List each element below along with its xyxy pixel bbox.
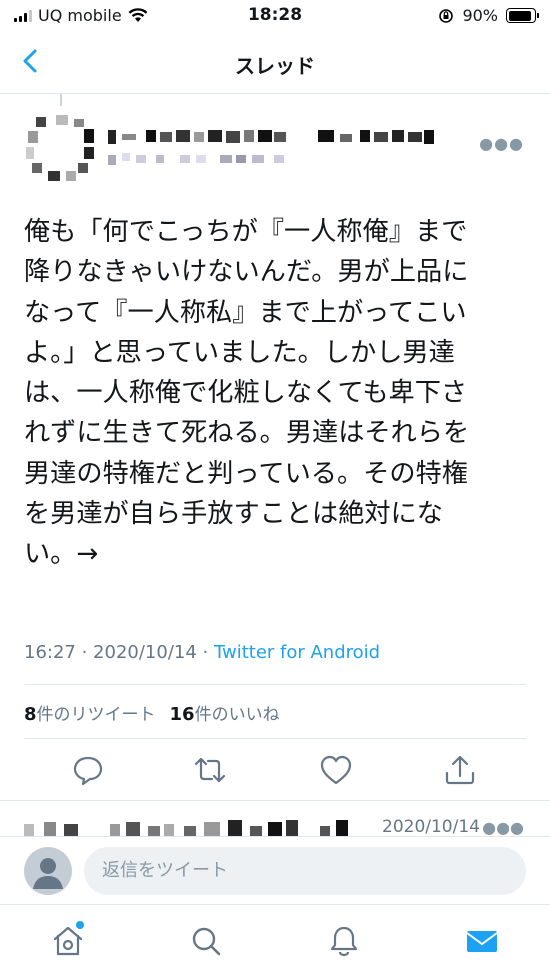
- avatar[interactable]: [24, 847, 72, 895]
- meta-separator: ·: [196, 642, 214, 663]
- like-count: 16: [169, 704, 195, 725]
- search-icon[interactable]: [188, 923, 224, 959]
- like-label: 件のいいね: [194, 705, 280, 725]
- status-bar: UQ mobile 18:28 90%: [0, 0, 550, 32]
- mail-icon[interactable]: [464, 923, 500, 959]
- nav-bar: スレッド: [0, 32, 550, 94]
- reply-input[interactable]: 返信をツイート: [84, 847, 526, 895]
- author-handle-redacted: [108, 153, 284, 165]
- share-icon[interactable]: [442, 752, 478, 788]
- retweet-stat[interactable]: 8件のリツイート: [24, 700, 156, 725]
- tweet-time: 16:27: [24, 642, 76, 663]
- tweet-meta: 16:27 · 2020/10/14 · Twitter for Android: [24, 642, 380, 663]
- divider: [24, 738, 526, 739]
- tweet-date: 2020/10/14: [93, 642, 197, 663]
- notification-dot: [76, 921, 84, 929]
- tweet-client-link[interactable]: Twitter for Android: [214, 642, 380, 663]
- battery-percent: 90%: [462, 6, 498, 25]
- orientation-lock-icon: [439, 8, 454, 23]
- divider: [0, 800, 550, 801]
- tweet-text: 俺も「何でこっちが『一人称俺』まで 降りなきゃいけないんだ。男が上品に なって『…: [24, 217, 470, 570]
- default-avatar-icon: [33, 858, 63, 889]
- avatar[interactable]: [26, 113, 96, 183]
- retweet-icon[interactable]: [192, 752, 228, 788]
- thread-connector: [60, 94, 62, 106]
- bell-icon[interactable]: [326, 923, 362, 959]
- reply-composer: 返信をツイート: [0, 836, 550, 904]
- status-right: 90%: [438, 6, 539, 25]
- page-title: スレッド: [235, 54, 315, 78]
- tweet-actions: [0, 752, 550, 792]
- retweet-label: 件のリツイート: [36, 705, 156, 725]
- reply-icon[interactable]: [70, 752, 106, 788]
- more-dots-icon[interactable]: ●●●: [482, 818, 524, 837]
- heart-icon[interactable]: [318, 752, 354, 788]
- meta-separator: ·: [75, 642, 94, 663]
- retweet-count: 8: [24, 704, 37, 725]
- battery-icon: [506, 8, 539, 23]
- more-dots-icon[interactable]: ●●●: [479, 134, 524, 153]
- tweet-stats: 8件のリツイート 16件のいいね: [24, 700, 280, 725]
- divider: [24, 684, 526, 685]
- next-tweet-author-redacted[interactable]: [24, 818, 354, 836]
- tab-bar: [0, 904, 550, 978]
- next-tweet-date: 2020/10/14: [382, 817, 480, 837]
- like-stat[interactable]: 16件のいいね: [170, 700, 280, 725]
- author-name-redacted[interactable]: [108, 128, 438, 144]
